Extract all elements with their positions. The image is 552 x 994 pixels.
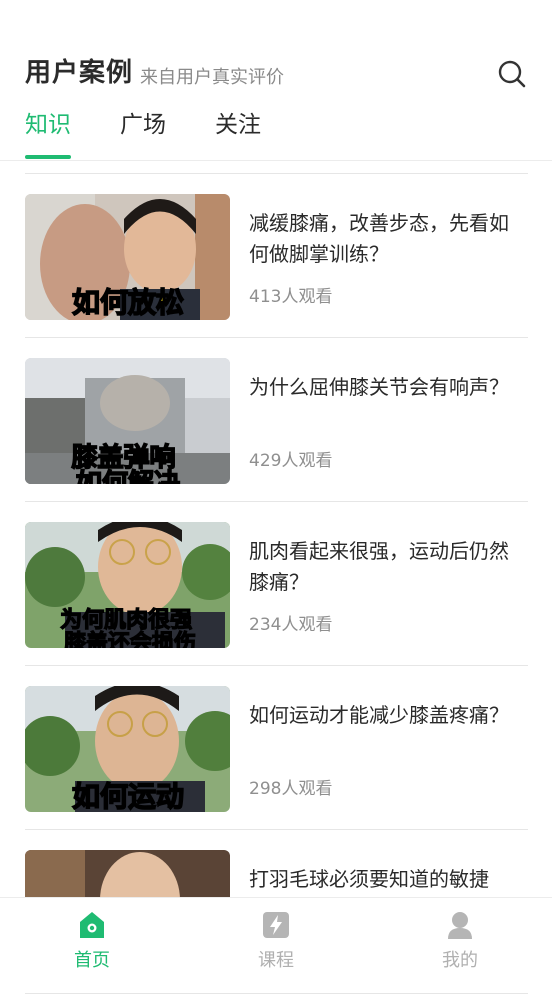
nav-courses-label: 课程 [258,950,294,971]
view-count: 298人观看 [249,779,333,799]
thumbnail-caption: 如何放松 [72,286,184,319]
svg-text:为何肌肉很强 膝盖还会损伤: 为何肌肉很强 膝盖还会损伤 [60,607,200,648]
article-list: 如何放松 减缓膝痛，改善步态，先看如何做脚掌训练？ 413人观看 膝盖弹响 如何… [25,173,528,994]
active-tab-indicator [25,155,71,159]
view-count: 234人观看 [249,615,333,635]
list-item[interactable]: 膝盖弹响 如何解决 为什么屈伸膝关节会有响声？ 429人观看 [25,338,528,502]
list-item[interactable]: 如何放松 减缓膝痛，改善步态，先看如何做脚掌训练？ 413人观看 [25,174,528,338]
course-icon [261,910,291,940]
item-title: 如何运动才能减少膝盖疼痛？ [249,703,509,727]
nav-home[interactable]: 首页 [52,910,132,972]
video-thumbnail: 如何运动 [25,686,230,812]
bottom-navigation: 首页 课程 我的 [0,897,552,984]
item-title: 减缓膝痛，改善步态，先看如何做脚掌训练？ [249,211,509,266]
item-title: 为什么屈伸膝关节会有响声？ [249,375,509,399]
nav-courses[interactable]: 课程 [236,910,316,972]
nav-home-label: 首页 [74,950,110,971]
page-subtitle: 来自用户真实评价 [140,67,284,88]
nav-profile-label: 我的 [442,950,478,971]
view-count: 429人观看 [249,451,333,471]
page-title: 用户案例 [25,58,134,88]
video-thumbnail: 膝盖弹响 如何解决 [25,358,230,484]
list-item[interactable]: 如何运动 如何运动才能减少膝盖疼痛？ 298人观看 [25,666,528,830]
list-item[interactable]: 为何肌肉很强 膝盖还会损伤 肌肉看起来很强，运动后仍然膝痛？ 234人观看 [25,502,528,666]
nav-profile[interactable]: 我的 [420,910,500,972]
tab-square[interactable]: 广场 [120,105,166,139]
home-icon [77,910,107,940]
video-thumbnail: 如何放松 [25,194,230,320]
tab-bar: 知识 广场 关注 [25,105,525,161]
tab-knowledge[interactable]: 知识 [25,105,71,139]
profile-icon [445,910,475,940]
video-thumbnail: 为何肌肉很强 膝盖还会损伤 [25,522,230,648]
svg-text:膝盖弹响 如何解决: 膝盖弹响 如何解决 [70,442,184,484]
item-title: 打羽毛球必须要知道的敏捷 [249,867,489,891]
thumbnail-caption: 如何运动 [72,780,184,812]
search-icon[interactable] [498,60,526,88]
tab-follow[interactable]: 关注 [215,105,261,139]
view-count: 413人观看 [249,287,333,307]
app-header: 用户案例 来自用户真实评价 知识 广场 关注 [0,0,552,161]
item-title: 肌肉看起来很强，运动后仍然膝痛？ [249,539,509,594]
